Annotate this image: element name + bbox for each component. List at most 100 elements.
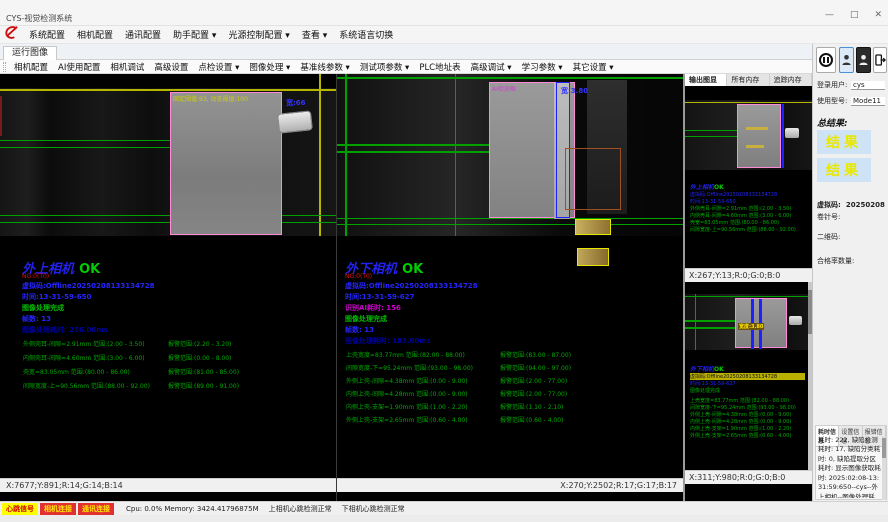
mini-row: 外侧上壳-间隙=4.38mm 范围:(0.00 - 9.00) [690, 411, 805, 418]
measurement-value: 壳宽=83.05mm 范围:(80.00 - 86.00) [23, 367, 130, 376]
tool-learning-params[interactable]: 学习参数 ▾ [517, 61, 568, 73]
tab-output-image[interactable]: 输出图显示 [685, 74, 727, 86]
tab-track-memory-images[interactable]: 追踪内存图 [770, 74, 812, 86]
product-code-label: 虚拟码:Offline20250208133134728 [22, 281, 155, 291]
virtual-code-value: 20250208 [846, 201, 885, 209]
tool-image-processing[interactable]: 图像处理 ▾ [244, 61, 295, 73]
yellow-reference-line [685, 102, 812, 103]
mini-row: 内侧上壳-支架=1.90mm 范围:(1.00 - 2.20) [690, 425, 805, 432]
tool-other-settings[interactable]: 其它设置 ▾ [568, 61, 619, 73]
tool-camera-debug[interactable]: 相机调试 [105, 61, 149, 73]
menu-helper-config[interactable]: 助手配置 ▾ [167, 28, 222, 41]
mini-done-line: 图像处理完成 [690, 387, 805, 394]
width-overlay-label: 宽:3.80 [561, 86, 588, 96]
green-frame-line [685, 296, 808, 297]
measurement-value: 上壳宽度=83.77mm 范围:(82.00 - 88.00) [346, 350, 465, 359]
toolbar: 相机配置 AI使用配置 相机调试 高级设置 点检设置 ▾ 图像处理 ▾ 基准线参… [0, 60, 812, 74]
heartbeat-status-badge: 心跳信号 [2, 503, 38, 515]
window-controls: — □ ✕ [825, 10, 882, 20]
menu-language-switch[interactable]: 系统语言切换 [333, 28, 399, 41]
menu-camera-config[interactable]: 相机配置 [71, 28, 119, 41]
tiny-defect-mark [746, 145, 764, 148]
tab-all-memory-images[interactable]: 所有内存图 [727, 74, 769, 86]
alarm-range-value: 报警范围:(0.60 - 4.00) [500, 415, 563, 424]
result-display-top: 结果 [817, 130, 871, 154]
thumbnail-image [685, 100, 812, 170]
tool-test-item-params[interactable]: 测试项参数 ▾ [355, 61, 414, 73]
bottom-thumbnail-view[interactable]: 宽度:3.80 外下相机OK 虚拟码:Offline20250208133134… [685, 282, 812, 470]
measurement-value: 外侧上壳-间隙=4.38mm 范围:(0.00 - 9.00) [346, 376, 468, 385]
width-overlay-label: 宽:66 [286, 98, 306, 108]
green-measure-line [685, 136, 737, 137]
tool-advanced-settings[interactable]: 高级设置 [149, 61, 193, 73]
login-user-value[interactable]: cys [851, 81, 885, 90]
green-measure-line [337, 218, 683, 219]
timing-info-text: 耗时: 222, 缺陷检测耗时: 17, 缺陷分类耗时: 0, 缺陷提取分区耗时… [818, 436, 882, 498]
right-thumbnail-column: 输出图显示 所有内存图 追踪内存图 外上相机 [685, 74, 812, 501]
measurement-value: 间隙宽度-上=90.56mm 范围:(88.00 - 92.00) [23, 381, 150, 390]
tool-camera-config[interactable]: 相机配置 [9, 61, 53, 73]
panel-scrollbar[interactable] [882, 436, 886, 500]
connector-part [789, 316, 802, 325]
green-measure-line [0, 215, 336, 216]
mini-result-block: 外上相机OK 虚拟码:Offline20250208133134728 时间:1… [690, 182, 808, 233]
scrollbar-thumb[interactable] [882, 438, 886, 458]
green-frame-line [695, 294, 696, 350]
model-value[interactable]: Mode11 [851, 97, 885, 106]
left-pixel-coords-bar: X:7677;Y:891;R:14;G:14;B:14 [0, 478, 336, 492]
user-mode-button[interactable] [839, 47, 854, 73]
yellow-vertical-line [319, 74, 321, 236]
mini-row: 内侧壳耳-间隙=4.60mm 范围:(3.00 - 6.00) [690, 212, 808, 219]
blue-measure-line [782, 104, 784, 168]
tool-plc-address-table[interactable]: PLC地址表 [414, 61, 465, 73]
menu-light-control-config[interactable]: 光源控制配置 ▾ [222, 28, 295, 41]
menu-system-config[interactable]: 系统配置 [23, 28, 71, 41]
green-measure-line [337, 144, 492, 146]
pause-button[interactable] [816, 47, 836, 73]
tool-baseline-params[interactable]: 基准线参数 ▾ [295, 61, 354, 73]
time-label: 时间:13-31-59-650 [22, 292, 91, 302]
login-user-row: 登录用户: cys [817, 80, 885, 90]
minimize-button[interactable]: — [825, 10, 834, 20]
exit-button[interactable] [873, 47, 887, 73]
thumbnail-image: 宽度:3.80 [685, 294, 808, 350]
tool-advanced-debug[interactable]: 高级调试 ▾ [466, 61, 517, 73]
total-result-label: 总结果: [817, 116, 848, 129]
processing-done-label: 图像处理完成 [345, 314, 387, 324]
admin-mode-button[interactable] [856, 47, 871, 73]
maximize-button[interactable]: □ [850, 10, 859, 20]
top-thumbnail-view[interactable]: 外上相机OK 虚拟码:Offline20250208133134728 时间:1… [685, 86, 812, 268]
green-frame-line [345, 74, 347, 236]
tab-run-image[interactable]: 运行图像 [3, 46, 57, 60]
info-panel: 耗时信息 设置信息 报错信息 耗时: 222, 缺陷检测耗时: 17, 缺陷分类… [815, 425, 887, 500]
green-measure-line [685, 327, 735, 329]
right-sidebar: 登录用户: cys 使用型号: Mode11 总结果: 结果 结果 虚拟码: 2… [812, 44, 888, 501]
pass-count-label: 合格率数量: [817, 256, 854, 266]
ng-type-label: NG:0(T0) [345, 273, 372, 280]
alarm-range-value: 报警范围:(81.00 - 85.00) [168, 367, 239, 376]
brown-detect-box [565, 148, 621, 210]
ng-type-label: NG:0(T0) [22, 273, 49, 280]
close-button[interactable]: ✕ [874, 10, 882, 20]
mini-row: 间隙宽度-上=90.56mm 范围:(88.00 - 92.00) [690, 226, 808, 233]
green-frame-line [337, 77, 683, 79]
model-label: 使用型号: [817, 96, 847, 106]
menu-view[interactable]: 查看 ▾ [296, 28, 333, 41]
left-camera-image[interactable]: 固定阈值:93, 动态阈值:100 宽:66 [0, 74, 336, 236]
tool-ai-usage-config[interactable]: AI使用配置 [53, 61, 105, 73]
mini-camera-title: 外上相机OK [690, 182, 808, 191]
middle-camera-image[interactable]: AI检测框 宽:3.80 [337, 74, 683, 236]
product-roi-box: 宽度:3.80 [735, 298, 787, 348]
threshold-overlay-label: 固定阈值:93, 动态阈值:100 [173, 94, 248, 103]
top-thumbnail-coords-bar: X:267;Y:13;R:0;G:0;B:0 [685, 268, 812, 282]
user-icon [842, 54, 851, 66]
alarm-range-value: 报警范围:(2.00 - 77.00) [500, 376, 567, 385]
middle-pixel-coords-bar: X:270;Y:2502;R:17;G:17;B:17 [337, 478, 683, 492]
menu-comm-config[interactable]: 通讯配置 [119, 28, 167, 41]
left-camera-view: 固定阈值:93, 动态阈值:100 宽:66 外上相机 OK NG:0(T0) … [0, 74, 336, 501]
bottom-thumbnail-coords-bar: X:311;Y:980;R:0;G:0;B:0 [685, 470, 812, 484]
mini-row: 间隙宽度-下=95.24mm 范围:(93.00 - 98.00) [690, 404, 805, 411]
alarm-range-value: 报警范围:(1.10 - 2.10) [500, 402, 563, 411]
result-ok-label: OK [79, 262, 100, 277]
tool-spot-check-settings[interactable]: 点检设置 ▾ [193, 61, 244, 73]
